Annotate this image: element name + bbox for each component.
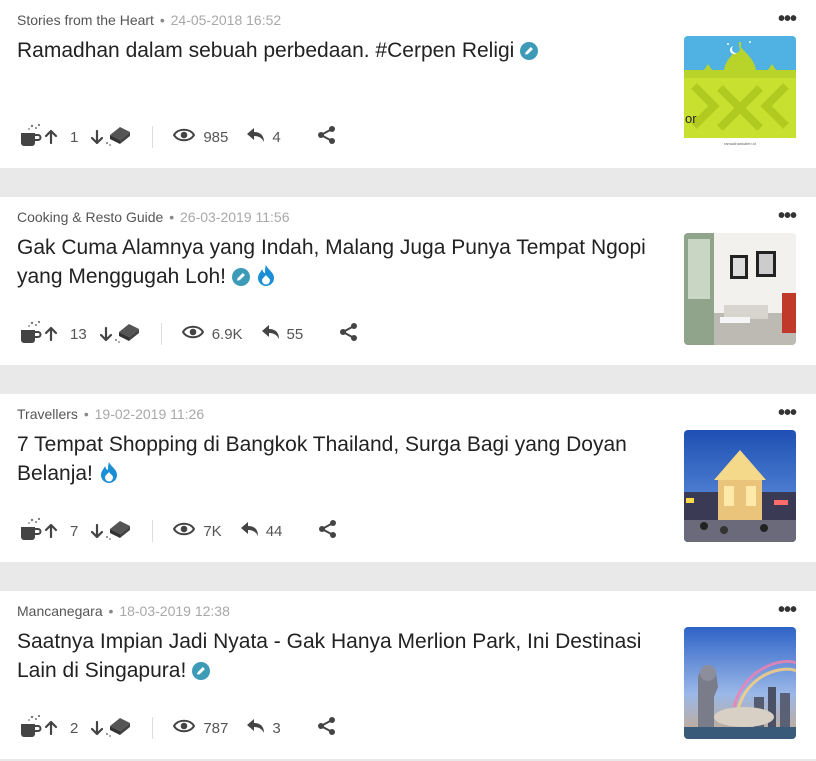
- upvote-button[interactable]: [44, 129, 58, 145]
- divider: [152, 126, 154, 148]
- upvote-button[interactable]: [44, 720, 58, 736]
- downvote-button[interactable]: [90, 720, 104, 736]
- downvote-button[interactable]: [90, 523, 104, 539]
- thread-meta: Cooking & Resto Guide • 26-03-2019 11:56: [17, 209, 290, 225]
- share-icon[interactable]: [339, 322, 359, 346]
- thread-title-text[interactable]: Saatnya Impian Jadi Nyata - Gak Hanya Me…: [17, 630, 641, 682]
- thumbnail-image: [684, 233, 796, 345]
- cendol-cup-icon: [18, 319, 44, 349]
- share-icon[interactable]: [318, 519, 338, 543]
- vote-count: 13: [70, 325, 87, 343]
- reply-icon[interactable]: [246, 718, 266, 738]
- reply-count: 44: [265, 522, 283, 540]
- meta-separator: •: [159, 12, 165, 28]
- meta-separator: •: [83, 406, 89, 422]
- view-count: 6.9K: [211, 325, 243, 343]
- thumbnail-text: or: [685, 111, 697, 126]
- more-options-button[interactable]: •••: [778, 403, 797, 423]
- post-date: 26-03-2019 11:56: [180, 209, 290, 225]
- category-link[interactable]: Stories from the Heart: [17, 12, 154, 28]
- view-count: 787: [203, 719, 229, 737]
- post-date: 19-02-2019 11:26: [94, 406, 205, 422]
- upvote-button[interactable]: [44, 326, 58, 342]
- more-options-button[interactable]: •••: [778, 600, 797, 620]
- brick-icon[interactable]: [104, 517, 132, 545]
- thread-meta: Stories from the Heart • 24-05-2018 16:5…: [17, 12, 281, 28]
- reply-icon[interactable]: [246, 127, 266, 147]
- hot-flame-icon: [256, 264, 276, 294]
- divider: [152, 717, 154, 739]
- divider: [160, 323, 162, 345]
- thread-title[interactable]: Ramadhan dalam sebuah perbedaan. #Cerpen…: [17, 36, 677, 68]
- thread-thumbnail[interactable]: [684, 233, 796, 345]
- brick-icon[interactable]: [104, 714, 132, 742]
- thread-card[interactable]: Travellers • 19-02-2019 11:26 ••• 7 Temp…: [0, 394, 816, 562]
- thread-thumbnail[interactable]: or ramadhankaleri.id: [684, 36, 796, 148]
- thread-title-text[interactable]: Ramadhan dalam sebuah perbedaan. #Cerpen…: [17, 39, 514, 62]
- reply-count: 3: [272, 719, 281, 737]
- downvote-button[interactable]: [90, 129, 104, 145]
- view-count: 985: [203, 128, 229, 146]
- divider: [152, 520, 154, 542]
- post-date: 18-03-2019 12:38: [119, 603, 230, 619]
- thread-actions: 13 6.9K 55: [18, 317, 359, 351]
- share-icon[interactable]: [317, 125, 337, 149]
- brick-icon[interactable]: [113, 320, 141, 348]
- reply-icon[interactable]: [261, 324, 281, 344]
- thumbnail-caption: ramadhankaleri.id: [724, 141, 756, 146]
- downvote-button[interactable]: [99, 326, 113, 342]
- vote-count: 7: [70, 522, 79, 540]
- thread-title[interactable]: 7 Tempat Shopping di Bangkok Thailand, S…: [17, 430, 677, 491]
- category-link[interactable]: Travellers: [17, 406, 78, 422]
- thread-meta: Mancanegara • 18-03-2019 12:38: [17, 603, 230, 619]
- pencil-badge-icon: [232, 265, 251, 294]
- upvote-button[interactable]: [44, 523, 58, 539]
- thread-title[interactable]: Saatnya Impian Jadi Nyata - Gak Hanya Me…: [17, 627, 677, 688]
- meta-separator: •: [108, 603, 114, 619]
- reply-icon[interactable]: [240, 521, 260, 541]
- category-link[interactable]: Cooking & Resto Guide: [17, 209, 163, 225]
- reply-count: 55: [286, 325, 304, 343]
- thread-actions: 1 985 4: [18, 120, 337, 154]
- thread-card[interactable]: Mancanegara • 18-03-2019 12:38 ••• Saatn…: [0, 591, 816, 759]
- brick-icon[interactable]: [104, 123, 132, 151]
- eye-icon: [173, 127, 196, 147]
- eye-icon: [173, 521, 196, 541]
- cendol-cup-icon: [18, 713, 44, 743]
- vote-count: 1: [70, 128, 79, 146]
- reply-count: 4: [272, 128, 281, 146]
- share-icon[interactable]: [317, 716, 337, 740]
- cendol-cup-icon: [18, 122, 44, 152]
- thumbnail-image: [684, 627, 796, 739]
- hot-flame-icon: [99, 461, 119, 491]
- eye-icon: [181, 324, 204, 344]
- category-link[interactable]: Mancanegara: [17, 603, 103, 619]
- cendol-cup-icon: [18, 516, 44, 546]
- thread-thumbnail[interactable]: [684, 430, 796, 542]
- thread-card[interactable]: Stories from the Heart • 24-05-2018 16:5…: [0, 0, 816, 168]
- thread-meta: Travellers • 19-02-2019 11:26: [17, 406, 204, 422]
- thread-title[interactable]: Gak Cuma Alamnya yang Indah, Malang Juga…: [17, 233, 677, 294]
- more-options-button[interactable]: •••: [778, 206, 797, 226]
- view-count: 7K: [203, 522, 222, 540]
- thumbnail-image: [684, 430, 796, 542]
- post-date: 24-05-2018 16:52: [170, 12, 282, 28]
- pencil-badge-icon: [192, 659, 211, 688]
- thumbnail-image: or ramadhankaleri.id: [684, 36, 796, 148]
- meta-separator: •: [169, 209, 175, 225]
- eye-icon: [173, 718, 196, 738]
- thread-actions: 2 787 3: [18, 711, 337, 745]
- thread-thumbnail[interactable]: [684, 627, 796, 739]
- thread-actions: 7 7K 44: [18, 514, 338, 548]
- thread-card[interactable]: Cooking & Resto Guide • 26-03-2019 11:56…: [0, 197, 816, 365]
- more-options-button[interactable]: •••: [778, 9, 797, 29]
- pencil-badge-icon: [520, 39, 539, 68]
- vote-count: 2: [70, 719, 79, 737]
- thread-title-text[interactable]: Gak Cuma Alamnya yang Indah, Malang Juga…: [17, 236, 646, 288]
